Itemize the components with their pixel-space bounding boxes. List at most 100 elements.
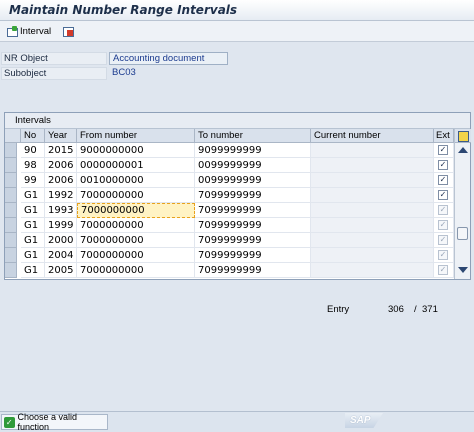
intervals-title: Intervals: [5, 113, 470, 129]
cell-year[interactable]: 2006: [45, 173, 77, 188]
table-row[interactable]: G1 1993 7000000000 7099999999 ✓: [5, 203, 455, 218]
cell-current-number[interactable]: [311, 218, 434, 233]
col-header-current[interactable]: Current number: [311, 129, 434, 143]
cell-year[interactable]: 2006: [45, 158, 77, 173]
row-selector[interactable]: [5, 188, 17, 203]
table-row[interactable]: 90 2015 9000000000 9099999999 ✓: [5, 143, 455, 158]
scroll-thumb[interactable]: [457, 227, 468, 240]
ext-checkbox[interactable]: ✓: [438, 190, 448, 200]
table-row[interactable]: G1 2005 7000000000 7099999999 ✓: [5, 263, 455, 278]
cell-no[interactable]: G1: [21, 248, 45, 263]
cell-no[interactable]: G1: [21, 218, 45, 233]
col-header-year[interactable]: Year: [45, 129, 77, 143]
cell-to-number[interactable]: 0099999999: [195, 158, 311, 173]
cell-no[interactable]: G1: [21, 188, 45, 203]
cell-current-number[interactable]: [311, 263, 434, 278]
cell-no[interactable]: G1: [21, 263, 45, 278]
cell-to-number[interactable]: 0099999999: [195, 173, 311, 188]
ext-checkbox[interactable]: ✓: [438, 220, 448, 230]
entry-label: Entry: [327, 304, 350, 315]
cell-year[interactable]: 2005: [45, 263, 77, 278]
row-selector[interactable]: [5, 158, 17, 173]
col-header-ext[interactable]: Ext: [434, 129, 454, 143]
cell-from-number[interactable]: 7000000000: [77, 218, 195, 233]
row-selector[interactable]: [5, 143, 17, 158]
cell-current-number[interactable]: [311, 143, 434, 158]
cell-no[interactable]: 98: [21, 158, 45, 173]
cell-to-number[interactable]: 7099999999: [195, 203, 311, 218]
entry-separator: /: [414, 304, 417, 315]
row-selector[interactable]: [5, 248, 17, 263]
cell-to-number[interactable]: 7099999999: [195, 233, 311, 248]
ext-checkbox[interactable]: ✓: [438, 265, 448, 275]
table-row[interactable]: G1 1992 7000000000 7099999999 ✓: [5, 188, 455, 203]
cell-ext: ✓: [434, 143, 454, 158]
cell-ext: ✓: [434, 203, 454, 218]
cell-to-number[interactable]: 9099999999: [195, 143, 311, 158]
cell-year[interactable]: 2004: [45, 248, 77, 263]
cell-year[interactable]: 2000: [45, 233, 77, 248]
cell-year[interactable]: 1992: [45, 188, 77, 203]
interval-button[interactable]: Interval: [6, 24, 51, 39]
cell-current-number[interactable]: [311, 188, 434, 203]
cell-from-number[interactable]: 7000000000: [77, 263, 195, 278]
table-scrollbar[interactable]: [454, 129, 471, 279]
cell-ext: ✓: [434, 188, 454, 203]
cell-from-number[interactable]: 7000000000: [77, 248, 195, 263]
cell-current-number[interactable]: [311, 248, 434, 263]
status-message-text: Choose a valid function: [17, 412, 78, 432]
delete-interval-button[interactable]: [62, 24, 74, 39]
cell-no[interactable]: 90: [21, 143, 45, 158]
application-toolbar: Interval: [0, 21, 474, 42]
status-message[interactable]: ✓ Choose a valid function: [1, 412, 108, 432]
ext-checkbox[interactable]: ✓: [438, 145, 448, 155]
col-header-no[interactable]: No: [21, 129, 45, 143]
cell-current-number[interactable]: [311, 233, 434, 248]
cell-current-number[interactable]: [311, 158, 434, 173]
cell-no[interactable]: 99: [21, 173, 45, 188]
table-row[interactable]: G1 1999 7000000000 7099999999 ✓: [5, 218, 455, 233]
ext-checkbox[interactable]: ✓: [438, 205, 448, 215]
cell-to-number[interactable]: 7099999999: [195, 188, 311, 203]
scroll-down-icon[interactable]: [458, 267, 468, 273]
row-selector[interactable]: [5, 173, 17, 188]
entry-current: 306: [388, 304, 404, 315]
cell-from-number[interactable]: 9000000000: [77, 143, 195, 158]
cell-no[interactable]: G1: [21, 233, 45, 248]
row-selector[interactable]: [5, 203, 17, 218]
table-row[interactable]: 99 2006 0010000000 0099999999 ✓: [5, 173, 455, 188]
col-header-to[interactable]: To number: [195, 129, 311, 143]
table-row[interactable]: G1 2000 7000000000 7099999999 ✓: [5, 233, 455, 248]
cell-current-number[interactable]: [311, 203, 434, 218]
table-row[interactable]: 98 2006 0000000001 0099999999 ✓: [5, 158, 455, 173]
ext-checkbox[interactable]: ✓: [438, 235, 448, 245]
cell-from-number[interactable]: 7000000000: [77, 233, 195, 248]
cell-year[interactable]: 2015: [45, 143, 77, 158]
cell-from-number[interactable]: 0010000000: [77, 173, 195, 188]
cell-current-number[interactable]: [311, 173, 434, 188]
sap-logo: SAP: [345, 413, 383, 428]
scroll-up-icon[interactable]: [458, 147, 468, 153]
cell-to-number[interactable]: 7099999999: [195, 248, 311, 263]
cell-year[interactable]: 1993: [45, 203, 77, 218]
cell-from-number[interactable]: 0000000001: [77, 158, 195, 173]
row-selector[interactable]: [5, 263, 17, 278]
table-settings-icon[interactable]: [455, 129, 471, 143]
delete-interval-icon: [62, 26, 74, 37]
subobject-field[interactable]: BC03: [109, 67, 136, 80]
cell-no[interactable]: G1: [21, 203, 45, 218]
cell-to-number[interactable]: 7099999999: [195, 263, 311, 278]
cell-year[interactable]: 1999: [45, 218, 77, 233]
col-header-from[interactable]: From number: [77, 129, 195, 143]
row-selector[interactable]: [5, 218, 17, 233]
cell-from-number[interactable]: 7000000000: [77, 203, 195, 218]
row-selector[interactable]: [5, 233, 17, 248]
nr-object-field[interactable]: Accounting document: [109, 52, 228, 65]
ext-checkbox[interactable]: ✓: [438, 175, 448, 185]
cell-from-number[interactable]: 7000000000: [77, 188, 195, 203]
table-row[interactable]: G1 2004 7000000000 7099999999 ✓: [5, 248, 455, 263]
ext-checkbox[interactable]: ✓: [438, 250, 448, 260]
cell-to-number[interactable]: 7099999999: [195, 218, 311, 233]
select-all-header[interactable]: [5, 129, 21, 143]
ext-checkbox[interactable]: ✓: [438, 160, 448, 170]
